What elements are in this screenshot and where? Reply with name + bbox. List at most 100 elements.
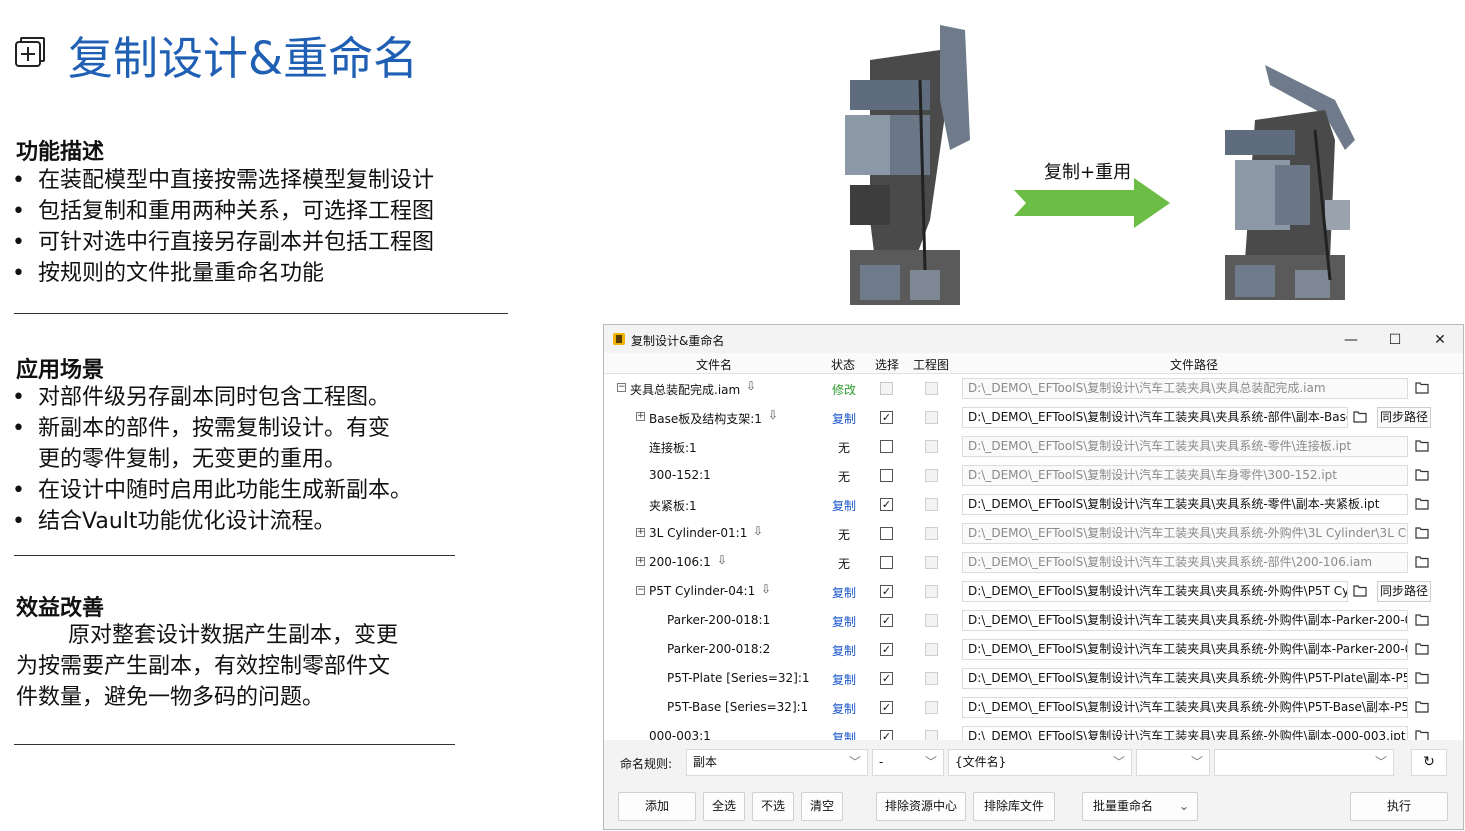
table-header: 文件名 状态 选择 工程图 文件路径	[604, 353, 1463, 374]
table-row[interactable]: + Base板及结构支架:1 复制 ✓ D:\_DEMO\_EFToolS\复制设计\汽…	[604, 403, 1463, 432]
select-checkbox[interactable]: ✓	[880, 614, 893, 627]
row-filepath[interactable]: D:\_DEMO\_EFToolS\复制设计\汽车工装夹具\夹具系统-外购件\副…	[962, 610, 1408, 631]
select-checkbox[interactable]: ✓	[880, 585, 893, 598]
select-checkbox[interactable]	[880, 469, 893, 482]
column-header-drawing[interactable]: 工程图	[910, 356, 952, 373]
select-checkbox[interactable]	[880, 556, 893, 569]
exclude-content-center-button[interactable]: 排除资源中心	[876, 792, 966, 821]
select-none-button[interactable]: 不选	[752, 792, 794, 821]
table-row[interactable]: 连接板:1 无 D:\_DEMO\_EFToolS\复制设计\汽车工装夹具\夹具系统…	[604, 432, 1463, 461]
column-header-status[interactable]: 状态	[828, 356, 858, 373]
folder-icon[interactable]	[1415, 729, 1429, 740]
table-row[interactable]: +3L Cylinder-01:1 无 D:\_DEMO\_EFToolS\复制设计…	[604, 519, 1463, 548]
folder-icon[interactable]	[1415, 555, 1429, 568]
clear-button[interactable]: 清空	[801, 792, 843, 821]
row-filepath[interactable]: D:\_DEMO\_EFToolS\复制设计\汽车工装夹具\夹具系统-外购件\副…	[962, 639, 1408, 660]
row-status: 修改	[832, 383, 857, 397]
folder-icon[interactable]	[1415, 497, 1429, 510]
folder-icon[interactable]	[1415, 700, 1429, 713]
folder-icon[interactable]	[1353, 410, 1367, 423]
select-all-button[interactable]: 全选	[703, 792, 745, 821]
maximize-button[interactable]: ☐	[1373, 327, 1417, 353]
exclude-library-button[interactable]: 排除库文件	[973, 792, 1055, 821]
row-filename: 000-003:1	[649, 729, 711, 740]
table-row[interactable]: − 夹具总装配完成.iam 修改 D:\_DEMO\_EFToolS\复制设计\汽车工…	[604, 374, 1463, 403]
collapse-icon[interactable]: −	[617, 383, 626, 392]
folder-icon[interactable]	[1415, 671, 1429, 684]
expand-icon[interactable]: +	[636, 528, 645, 537]
bullet-item: • 可针对选中行直接另存副本并包括工程图	[12, 230, 435, 255]
drawing-checkbox	[925, 701, 938, 714]
select-checkbox[interactable]: ✓	[880, 701, 893, 714]
row-filename: 夹紧板:1	[649, 499, 697, 513]
row-filepath[interactable]: D:\_DEMO\_EFToolS\复制设计\汽车工装夹具\夹具系统-部件\副本…	[962, 407, 1348, 428]
row-filename: 连接板:1	[649, 441, 697, 455]
prefix-combo[interactable]: 副本 ﹀	[686, 749, 868, 776]
table-row[interactable]: Parker-200-018:1 复制 ✓ D:\_DEMO\_EFToolS\复制设…	[604, 606, 1463, 635]
folder-icon[interactable]	[1415, 526, 1429, 539]
folder-icon[interactable]	[1415, 613, 1429, 626]
table-row[interactable]: P5T-Base [Series=32]:1 复制 ✓ D:\_DEMO\_EFToo…	[604, 693, 1463, 722]
select-checkbox[interactable]: ✓	[880, 643, 893, 656]
table-row[interactable]: 300-152:1 无 D:\_DEMO\_EFToolS\复制设计\汽车工装夹具\…	[604, 461, 1463, 490]
bullet-item: • 新副本的部件，按需复制设计。有变	[12, 416, 391, 441]
folder-icon[interactable]	[1415, 468, 1429, 481]
select-checkbox[interactable]	[880, 527, 893, 540]
arrow-down-icon[interactable]: ⇩	[717, 553, 727, 567]
arrow-down-icon[interactable]: ⇩	[768, 408, 778, 422]
row-filepath[interactable]: D:\_DEMO\_EFToolS\复制设计\汽车工装夹具\夹具系统-部件\20…	[962, 552, 1408, 573]
expand-icon[interactable]: +	[636, 412, 645, 421]
double-chevron-down-icon[interactable]: ⌄	[1179, 793, 1189, 820]
arrow-down-icon[interactable]: ⇩	[753, 524, 763, 538]
collapse-icon[interactable]: −	[636, 586, 645, 595]
table-row[interactable]: +200-106:1 无 D:\_DEMO\_EFToolS\复制设计\汽车工装夹具…	[604, 548, 1463, 577]
row-filepath[interactable]: D:\_DEMO\_EFToolS\复制设计\汽车工装夹具\车身零件\300-1…	[962, 465, 1408, 486]
batch-rename-button[interactable]: 批量重命名 ⌄	[1082, 792, 1198, 821]
rename-rule-label: 命名规则:	[620, 757, 673, 771]
folder-icon[interactable]	[1353, 584, 1367, 597]
select-checkbox[interactable]: ✓	[880, 411, 893, 424]
row-status: 无	[837, 528, 850, 542]
table-row[interactable]: 000-003:1 复制 ✓ D:\_DEMO\_EFToolS\复制设计\汽车工装夹…	[604, 722, 1463, 740]
row-filepath[interactable]: D:\_DEMO\_EFToolS\复制设计\汽车工装夹具\夹具系统-零件\连接…	[962, 436, 1408, 457]
table-row[interactable]: Parker-200-018:2 复制 ✓ D:\_DEMO\_EFToolS\复制设…	[604, 635, 1463, 664]
extra-combo-1[interactable]: ﹀	[1136, 749, 1210, 776]
row-filename: Parker-200-018:1	[667, 613, 771, 627]
chevron-down-icon: ﹀	[924, 755, 937, 769]
row-filepath[interactable]: D:\_DEMO\_EFToolS\复制设计\汽车工装夹具\夹具系统-外购件\P…	[962, 697, 1408, 718]
row-filepath[interactable]: D:\_DEMO\_EFToolS\复制设计\汽车工装夹具\夹具系统-零件\副本…	[962, 494, 1408, 515]
folder-icon[interactable]	[1415, 381, 1429, 394]
select-checkbox[interactable]: ✓	[880, 498, 893, 511]
table-row[interactable]: 夹紧板:1 复制 ✓ D:\_DEMO\_EFToolS\复制设计\汽车工装夹具\夹具…	[604, 490, 1463, 519]
table-row[interactable]: − P5T Cylinder-04:1 复制 ✓ D:\_DEMO\_EFToolS\复…	[604, 577, 1463, 606]
row-status: 复制	[832, 644, 857, 658]
arrow-down-icon[interactable]: ⇩	[761, 582, 771, 596]
column-header-filename[interactable]: 文件名	[694, 356, 734, 373]
execute-button[interactable]: 执行	[1350, 792, 1448, 821]
filename-token-combo[interactable]: {文件名} ﹀	[948, 749, 1132, 776]
sync-path-button[interactable]: 同步路径	[1377, 581, 1431, 602]
row-filepath[interactable]: D:\_DEMO\_EFToolS\复制设计\汽车工装夹具\夹具系统-外购件\副…	[962, 726, 1408, 740]
refresh-icon[interactable]: ↻	[1411, 749, 1447, 776]
row-filepath[interactable]: D:\_DEMO\_EFToolS\复制设计\汽车工装夹具\夹具系统-外购件\3…	[962, 523, 1408, 544]
table-row[interactable]: P5T-Plate [Series=32]:1 复制 ✓ D:\_DEMO\_EFTo…	[604, 664, 1463, 693]
minimize-button[interactable]: —	[1329, 327, 1373, 353]
column-header-filepath[interactable]: 文件路径	[1164, 356, 1224, 373]
close-button[interactable]: ✕	[1418, 327, 1462, 353]
row-filepath[interactable]: D:\_DEMO\_EFToolS\复制设计\汽车工装夹具\夹具总装配完成.ia…	[962, 378, 1408, 399]
row-filepath[interactable]: D:\_DEMO\_EFToolS\复制设计\汽车工装夹具\夹具系统-外购件\P…	[962, 668, 1408, 689]
select-checkbox[interactable]: ✓	[880, 672, 893, 685]
expand-icon[interactable]: +	[636, 557, 645, 566]
column-header-select[interactable]: 选择	[872, 356, 902, 373]
arrow-down-icon[interactable]: ⇩	[746, 379, 756, 393]
select-checkbox[interactable]: ✓	[880, 730, 893, 740]
extra-combo-2[interactable]: ﹀	[1214, 749, 1394, 776]
row-filepath[interactable]: D:\_DEMO\_EFToolS\复制设计\汽车工装夹具\夹具系统-外购件\P…	[962, 581, 1348, 602]
add-button[interactable]: 添加	[618, 792, 696, 821]
folder-icon[interactable]	[1415, 439, 1429, 452]
folder-icon[interactable]	[1415, 642, 1429, 655]
separator-combo[interactable]: - ﹀	[872, 749, 944, 776]
select-checkbox[interactable]	[880, 440, 893, 453]
row-status: 复制	[832, 702, 857, 716]
sync-path-button[interactable]: 同步路径	[1377, 407, 1431, 428]
